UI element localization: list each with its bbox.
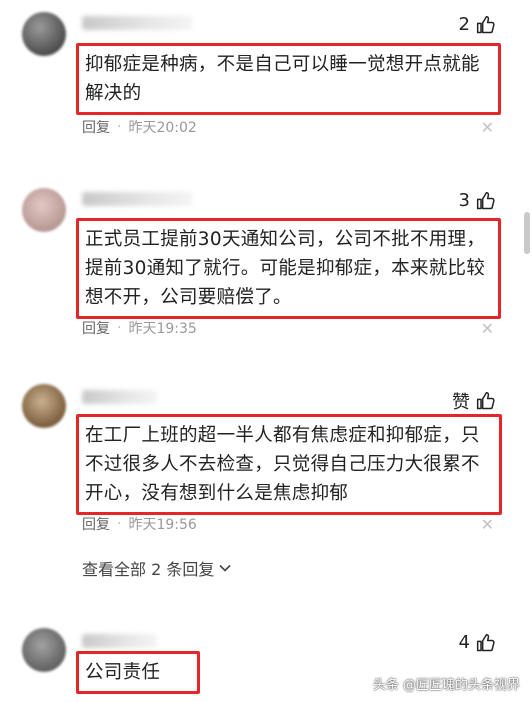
like-button[interactable]: 2 — [459, 14, 496, 35]
view-all-replies-label: 查看全部 2 条回复 — [82, 560, 215, 579]
reply-button[interactable]: 回复 — [82, 514, 110, 534]
scrollbar-thumb[interactable] — [524, 212, 530, 254]
separator-dot: · — [117, 119, 122, 135]
timestamp: 昨天19:56 — [128, 517, 197, 533]
view-all-replies-button[interactable]: 查看全部 2 条回复 — [82, 556, 232, 580]
timestamp: 昨天19:35 — [128, 321, 197, 337]
thumbs-up-icon — [476, 633, 495, 651]
close-icon[interactable]: ✕ — [481, 319, 494, 338]
thumbs-up-icon — [476, 15, 495, 33]
thumbs-up-icon — [476, 191, 495, 209]
timestamp: 昨天20:02 — [128, 120, 197, 136]
like-button[interactable]: 3 — [459, 190, 496, 211]
reply-button[interactable]: 回复 — [82, 117, 110, 137]
chevron-down-icon — [219, 564, 231, 572]
comment-meta: 回复 · 昨天19:35 — [82, 318, 197, 338]
avatar[interactable] — [22, 188, 66, 232]
thumbs-up-icon — [476, 391, 495, 410]
reply-button[interactable]: 回复 — [82, 318, 110, 338]
comment-meta: 回复 · 昨天19:56 — [82, 514, 197, 534]
like-count: 4 — [458, 632, 470, 653]
username-blurred[interactable] — [82, 390, 157, 404]
close-icon[interactable]: ✕ — [481, 118, 494, 137]
like-count: 赞 — [452, 392, 470, 413]
close-icon[interactable]: ✕ — [481, 515, 494, 534]
username-blurred[interactable] — [82, 192, 192, 206]
like-count: 2 — [458, 14, 470, 35]
comment-text: 抑郁症是种病，不是自己可以睡一觉想开点就能解决的 — [76, 43, 501, 115]
comment-text: 在工厂上班的超一半人都有焦虑症和抑郁症，只不过很多人不去检查，只觉得自己压力大很… — [76, 414, 502, 515]
like-count: 3 — [458, 190, 470, 211]
separator-dot: · — [117, 320, 122, 336]
like-button[interactable]: 4 — [459, 632, 496, 653]
comment-text: 公司责任 — [76, 651, 200, 694]
username-blurred[interactable] — [82, 16, 192, 30]
avatar[interactable] — [22, 628, 66, 672]
comment-text: 正式员工提前30天通知公司，公司不批不用理，提前30通知了就行。可能是抑郁症，本… — [76, 218, 501, 319]
avatar[interactable] — [22, 384, 66, 428]
username-blurred[interactable] — [82, 634, 157, 648]
comment-meta: 回复 · 昨天20:02 — [82, 117, 197, 137]
separator-dot: · — [117, 516, 122, 532]
like-button[interactable]: 赞 — [452, 388, 496, 414]
watermark: 头条 @匠匠瑰的头条视界 — [372, 678, 520, 693]
avatar[interactable] — [22, 12, 66, 56]
